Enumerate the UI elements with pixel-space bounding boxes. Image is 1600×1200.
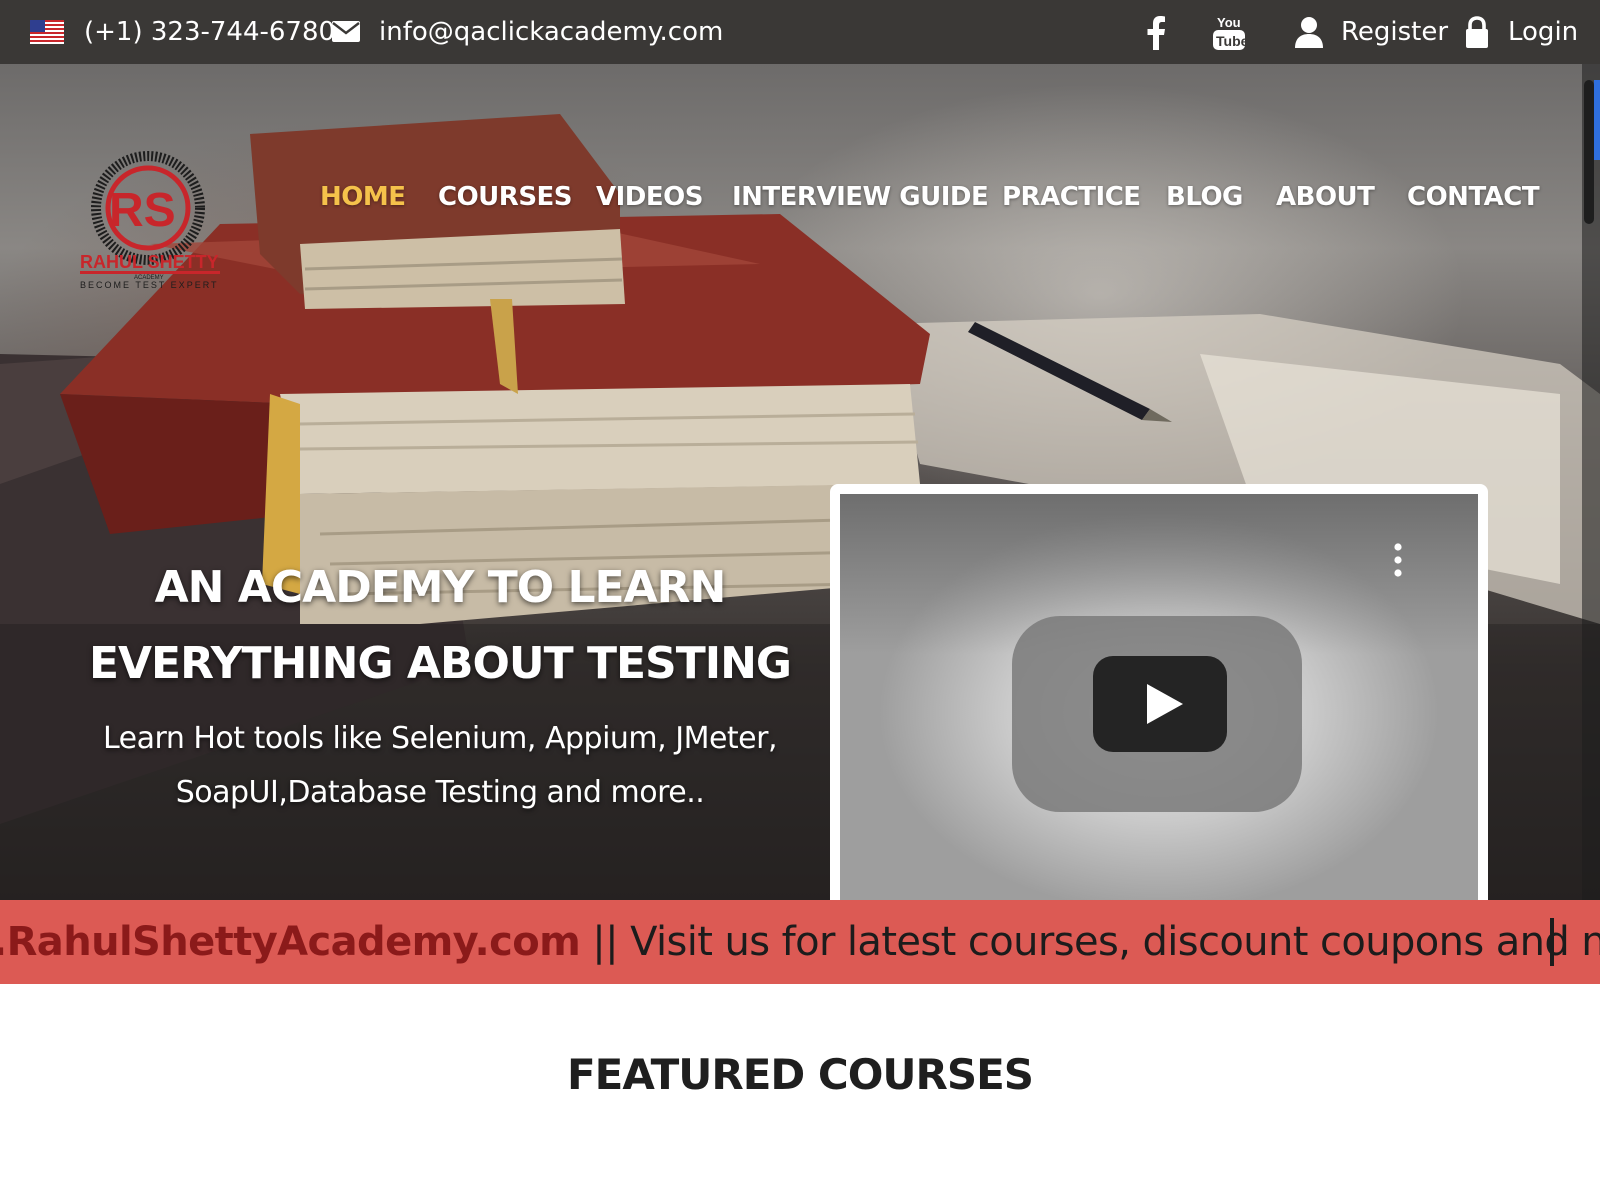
scroll-indicator xyxy=(1594,80,1600,160)
nav-practice[interactable]: PRACTICE xyxy=(1002,182,1141,212)
phone-number[interactable]: (+1) 323-744-6780 xyxy=(84,0,335,64)
envelope-icon xyxy=(332,21,360,42)
hero-subtitle: Learn Hot tools like Selenium, Appium, J… xyxy=(60,712,820,820)
more-vert-icon[interactable] xyxy=(1392,542,1404,578)
user-icon xyxy=(1295,17,1323,48)
login-link[interactable]: Login xyxy=(1508,0,1578,64)
svg-text:BECOME TEST EXPERT: BECOME TEST EXPERT xyxy=(80,280,219,290)
video-player[interactable] xyxy=(840,494,1478,900)
nav-courses[interactable]: COURSES xyxy=(438,182,573,212)
rahul-shetty-academy-logo[interactable]: RS RAHUL SHETTY ACADEMY BECOME TEST EXPE… xyxy=(78,144,224,290)
nav-contact[interactable]: CONTACT xyxy=(1407,182,1540,212)
announcement-marquee: .RahulShettyAcademy.com || Visit us for … xyxy=(0,900,1600,984)
page-scrollbar-thumb[interactable] xyxy=(1584,80,1594,224)
email-link[interactable]: info@qaclickacademy.com xyxy=(379,0,723,64)
video-embed[interactable] xyxy=(830,484,1488,900)
nav-about[interactable]: ABOUT xyxy=(1276,182,1375,212)
svg-text:RS: RS xyxy=(109,184,176,237)
marquee-site-link[interactable]: .RahulShettyAcademy.com xyxy=(0,919,581,965)
hero-banner: RS RAHUL SHETTY ACADEMY BECOME TEST EXPE… xyxy=(0,64,1600,900)
hero-headline-line-2: EVERYTHING ABOUT TESTING xyxy=(88,638,792,689)
marquee-text: .RahulShettyAcademy.com || Visit us for … xyxy=(0,900,1600,984)
svg-text:RAHUL SHETTY: RAHUL SHETTY xyxy=(80,252,219,272)
hero-headline: AN ACADEMY TO LEARN EVERYTHING ABOUT TES… xyxy=(60,550,820,702)
hero-subtitle-line-2: SoapUI,Database Testing and more.. xyxy=(175,775,705,810)
marquee-separator xyxy=(1550,918,1554,966)
hero-headline-line-1: AN ACADEMY TO LEARN xyxy=(154,562,727,613)
nav-home[interactable]: HOME xyxy=(320,182,406,212)
nav-videos[interactable]: VIDEOS xyxy=(596,182,703,212)
nav-interview-guide[interactable]: INTERVIEW GUIDE xyxy=(732,182,989,212)
youtube-icon[interactable]: You Tube xyxy=(1212,14,1246,52)
facebook-icon[interactable] xyxy=(1146,16,1166,50)
top-contact-bar: (+1) 323-744-6780 info@qaclickacademy.co… xyxy=(0,0,1600,64)
nav-blog[interactable]: BLOG xyxy=(1166,182,1243,212)
youtube-play-icon[interactable] xyxy=(1093,656,1227,752)
marquee-message: || Visit us for latest courses, discount… xyxy=(592,919,1600,965)
register-link[interactable]: Register xyxy=(1341,0,1448,64)
svg-text:You: You xyxy=(1217,15,1241,30)
featured-courses-heading: FEATURED COURSES xyxy=(566,1050,1034,1099)
lock-icon xyxy=(1466,16,1488,48)
svg-text:Tube: Tube xyxy=(1216,33,1246,49)
hero-subtitle-line-1: Learn Hot tools like Selenium, Appium, J… xyxy=(102,721,778,756)
us-flag-icon xyxy=(30,20,64,44)
